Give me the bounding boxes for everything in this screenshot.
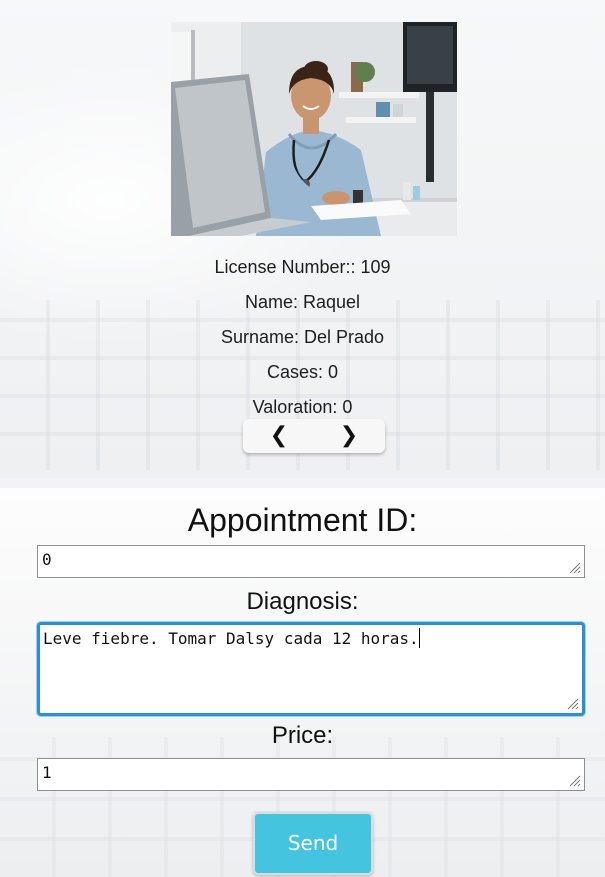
doctor-photo: [171, 22, 457, 236]
doctor-photo-illustration: [171, 22, 457, 236]
resize-grip-icon[interactable]: [569, 562, 581, 574]
prev-arrow-icon[interactable]: ❮: [259, 419, 299, 453]
carousel-nav: ❮ ❯: [243, 419, 385, 453]
resize-grip-icon[interactable]: [567, 698, 579, 710]
diagnosis-value: Leve fiebre. Tomar Dalsy cada 12 horas.: [43, 629, 419, 648]
appointment-id-value: 0: [42, 550, 52, 569]
send-button[interactable]: Send: [253, 812, 373, 875]
text-caret: [418, 628, 420, 648]
page: License Number:: 109 Name: Raquel Surnam…: [0, 0, 605, 877]
price-label: Price:: [271, 722, 334, 749]
doctor-cases: Cases: 0: [266, 362, 339, 382]
doctor-name: Name: Raquel: [244, 292, 361, 312]
doctor-surname: Surname: Del Prado: [220, 327, 385, 347]
price-input[interactable]: 1: [37, 758, 585, 791]
next-arrow-icon[interactable]: ❯: [329, 419, 369, 453]
diagnosis-textarea[interactable]: Leve fiebre. Tomar Dalsy cada 12 horas.: [37, 622, 585, 716]
appointment-id-label: Appointment ID:: [187, 502, 418, 538]
appointment-id-input[interactable]: 0: [37, 545, 585, 578]
license-number: License Number:: 109: [214, 257, 391, 277]
diagnosis-label: Diagnosis:: [246, 588, 359, 615]
doctor-info: License Number:: 109 Name: Raquel Surnam…: [0, 250, 605, 425]
price-value: 1: [42, 763, 52, 782]
resize-grip-icon[interactable]: [569, 775, 581, 787]
